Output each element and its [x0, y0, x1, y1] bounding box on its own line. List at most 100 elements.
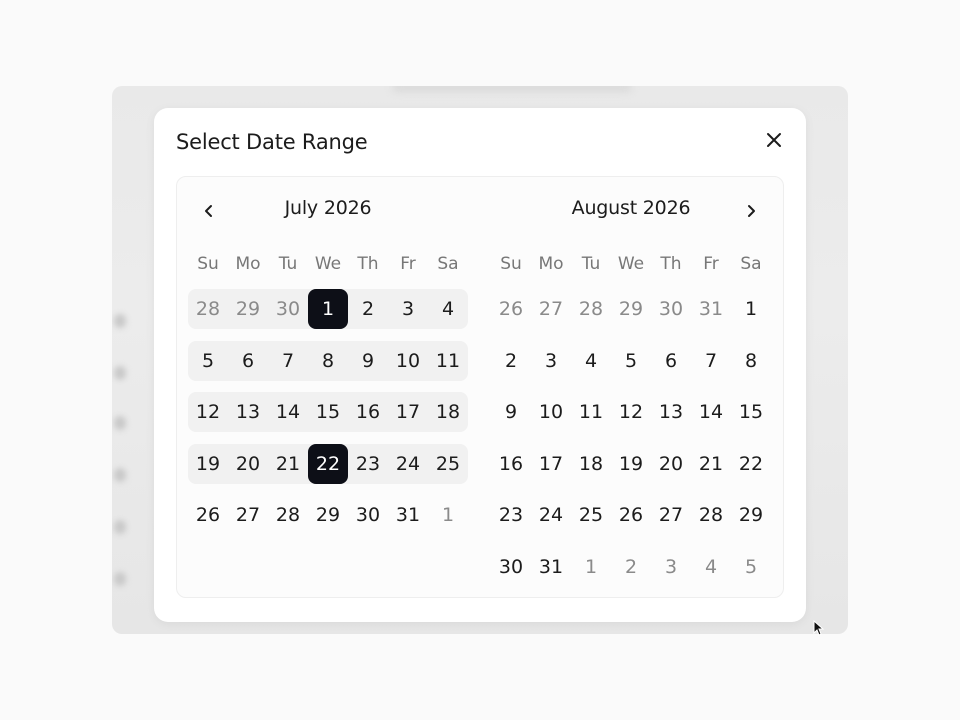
calendar-day[interactable]: 12 [611, 392, 651, 432]
calendar-week-row: 9 10 11 12 13 14 15 [491, 392, 771, 432]
weekday-label: Su [197, 254, 219, 274]
calendar-day[interactable]: 27 [651, 495, 691, 535]
calendar-day[interactable]: 13 [228, 392, 268, 432]
calendar-day[interactable]: 31 [388, 495, 428, 535]
calendar-day[interactable]: 6 [651, 341, 691, 381]
calendar-week-row: 2345678 [491, 341, 771, 381]
calendar-day[interactable]: 12 [188, 392, 228, 432]
calendar-day[interactable]: 5 [188, 341, 228, 381]
calendar-day[interactable]: 10 [388, 341, 428, 381]
weekday-label: We [617, 254, 645, 274]
calendar-day[interactable]: 30 [348, 495, 388, 535]
calendar-day[interactable]: 3 [651, 547, 691, 587]
calendar-day[interactable]: 14 [691, 392, 731, 432]
calendar-day[interactable]: 27 [228, 495, 268, 535]
calendar-day[interactable]: 24 [531, 495, 571, 535]
calendar-day[interactable]: 4 [691, 547, 731, 587]
calendar-day[interactable]: 2 [491, 341, 531, 381]
weekday-label: Fr [703, 254, 719, 274]
weekday-label: Tu [278, 254, 298, 274]
calendar-day[interactable]: 7 [268, 341, 308, 381]
calendar-day[interactable]: 18 [428, 392, 468, 432]
calendar-day[interactable]: 8 [308, 341, 348, 381]
weekday-label: Mo [538, 254, 564, 274]
weekday-label: Th [660, 254, 682, 274]
calendar-day[interactable]: 6 [228, 341, 268, 381]
calendar-day[interactable]: 11 [571, 392, 611, 432]
selected-day[interactable]: 1 [308, 289, 348, 329]
calendar-day[interactable]: 26 [491, 289, 531, 329]
selected-day[interactable]: 22 [308, 443, 348, 484]
calendar-day[interactable]: 16 [491, 444, 531, 484]
calendar-day[interactable]: 5 [611, 341, 651, 381]
calendar-day[interactable]: 28 [571, 289, 611, 329]
calendar-day[interactable]: 21 [691, 444, 731, 484]
month-grid-left: Su Mo Tu We Th Fr Sa 28 29 30 1 2 3 4 5 6 7 8 9 10 11… [188, 247, 468, 547]
calendar-day[interactable]: 15 [731, 392, 771, 432]
calendar-day[interactable]: 11 [428, 341, 468, 381]
calendar-day[interactable]: 30 [491, 547, 531, 587]
weekday-label: Sa [437, 254, 459, 274]
calendar-week-row: 28 29 30 1 2 3 4 [188, 289, 468, 329]
calendar-day[interactable]: 29 [228, 289, 268, 329]
calendar-day[interactable]: 26 [611, 495, 651, 535]
month-title-right: August 2026 [571, 197, 691, 219]
calendar-day[interactable]: 2 [611, 547, 651, 587]
calendar-day[interactable]: 10 [531, 392, 571, 432]
calendar-day[interactable]: 25 [571, 495, 611, 535]
calendar-day[interactable]: 16 [348, 392, 388, 432]
calendar-day[interactable]: 20 [228, 444, 268, 484]
date-range-dialog: Select Date Range July 2026 August 2026 … [154, 108, 806, 622]
calendar-day[interactable]: 23 [491, 495, 531, 535]
calendar-day[interactable]: 28 [188, 289, 228, 329]
weeks-left: 28 29 30 1 2 3 4 5 6 7 8 9 10 11 12 13 14 15 16 17 18 19 20 21 2… [188, 289, 468, 535]
calendar-day[interactable]: 19 [188, 444, 228, 484]
calendar-day[interactable]: 8 [731, 341, 771, 381]
calendar-week-row: 23 24 25 26 27 28 29 [491, 495, 771, 535]
dialog-title: Select Date Range [176, 130, 368, 154]
calendar-day[interactable]: 27 [531, 289, 571, 329]
calendar-day[interactable]: 21 [268, 444, 308, 484]
calendar-day[interactable]: 31 [691, 289, 731, 329]
calendar-day[interactable]: 25 [428, 444, 468, 484]
calendar-day[interactable]: 19 [611, 444, 651, 484]
weekday-label: Su [500, 254, 522, 274]
calendar-day[interactable]: 26 [188, 495, 228, 535]
calendar-week-row: 12 13 14 15 16 17 18 [188, 392, 468, 432]
calendar-day[interactable]: 23 [348, 444, 388, 484]
calendar-day[interactable]: 29 [731, 495, 771, 535]
calendar-day[interactable]: 1 [571, 547, 611, 587]
calendar-day[interactable]: 20 [651, 444, 691, 484]
calendar-day[interactable]: 1 [428, 495, 468, 535]
close-button[interactable] [760, 126, 788, 154]
calendar-day[interactable]: 22 [731, 444, 771, 484]
calendar-day[interactable]: 24 [388, 444, 428, 484]
calendar-day[interactable]: 31 [531, 547, 571, 587]
calendar-day[interactable]: 17 [531, 444, 571, 484]
calendar-day[interactable]: 18 [571, 444, 611, 484]
calendar-day[interactable]: 30 [651, 289, 691, 329]
calendar-day[interactable]: 5 [731, 547, 771, 587]
calendar-day[interactable]: 3 [531, 341, 571, 381]
calendar-day[interactable]: 13 [651, 392, 691, 432]
calendar-day[interactable]: 1 [731, 289, 771, 329]
calendar-day[interactable]: 9 [348, 341, 388, 381]
calendar-day[interactable]: 4 [571, 341, 611, 381]
calendar-day[interactable]: 15 [308, 392, 348, 432]
calendar-day[interactable]: 29 [308, 495, 348, 535]
calendar-day[interactable]: 2 [348, 289, 388, 329]
calendar-day[interactable]: 17 [388, 392, 428, 432]
calendar-day[interactable]: 28 [268, 495, 308, 535]
calendar-day[interactable]: 14 [268, 392, 308, 432]
calendar-day[interactable]: 3 [388, 289, 428, 329]
weekday-label: Sa [740, 254, 762, 274]
calendar-day[interactable]: 29 [611, 289, 651, 329]
calendar-day[interactable]: 30 [268, 289, 308, 329]
calendar-week-row: 30 31 1 2 3 4 5 [491, 547, 771, 587]
month-title-left: July 2026 [284, 197, 372, 219]
mouse-pointer-icon [813, 620, 825, 636]
calendar-day[interactable]: 9 [491, 392, 531, 432]
calendar-day[interactable]: 4 [428, 289, 468, 329]
calendar-day[interactable]: 28 [691, 495, 731, 535]
calendar-day[interactable]: 7 [691, 341, 731, 381]
